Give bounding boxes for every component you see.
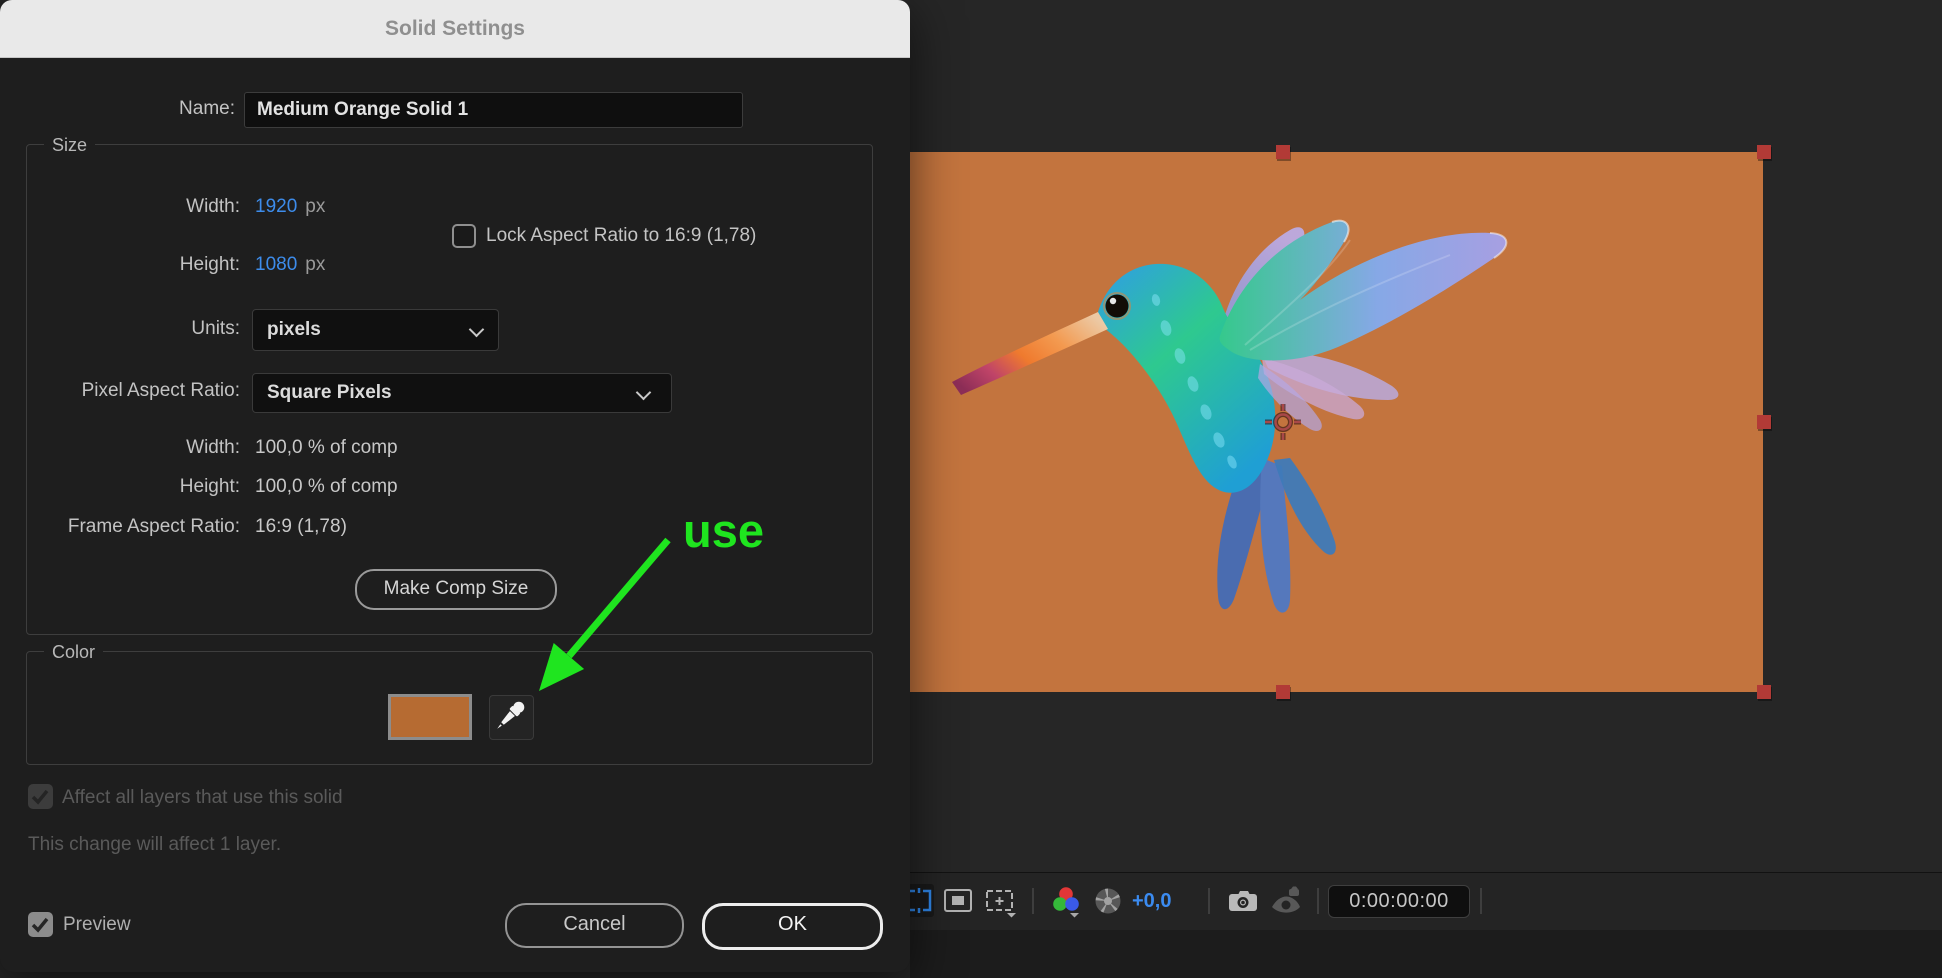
height-value[interactable]: 1080 px xyxy=(255,251,325,279)
height-percent-value: 100,0 % of comp xyxy=(255,476,398,497)
units-label: Units: xyxy=(191,318,240,339)
name-input[interactable]: Medium Orange Solid 1 xyxy=(244,92,743,128)
name-label: Name: xyxy=(179,98,235,119)
preview-label: Preview xyxy=(63,914,131,935)
name-value: Medium Orange Solid 1 xyxy=(257,99,469,120)
color-legend: Color xyxy=(44,640,104,664)
exposure-shutter-icon[interactable] xyxy=(1092,885,1124,917)
frame-aspect-ratio-value: 16:9 (1,78) xyxy=(255,516,347,537)
pixel-aspect-ratio-dropdown[interactable]: Square Pixels xyxy=(252,373,672,413)
transparency-grid-icon[interactable] xyxy=(942,885,974,917)
anchor-point-crosshair[interactable] xyxy=(1263,402,1303,442)
width-percent-value: 100,0 % of comp xyxy=(255,437,398,458)
cancel-button[interactable]: Cancel xyxy=(505,903,684,948)
hummingbird-artwork xyxy=(952,219,1508,613)
snapshot-camera-icon[interactable] xyxy=(1227,885,1259,917)
preview-checkbox[interactable] xyxy=(28,912,53,937)
grid-and-guide-options-icon[interactable] xyxy=(983,885,1017,919)
affect-note: This change will affect 1 layer. xyxy=(28,834,282,855)
lock-aspect-checkbox[interactable] xyxy=(452,224,476,248)
after-effects-window: +0,0 0:00:00:00 Solid Settings Name: Med… xyxy=(0,0,1942,978)
ok-button[interactable]: OK xyxy=(702,903,883,950)
toolbar-separator xyxy=(1317,888,1319,914)
frame-aspect-ratio-label: Frame Aspect Ratio: xyxy=(67,516,240,537)
lock-aspect-label: Lock Aspect Ratio to 16:9 (1,78) xyxy=(486,225,757,246)
annotation-arrow xyxy=(539,537,671,691)
channel-settings-icon[interactable] xyxy=(1050,885,1082,919)
units-dropdown[interactable]: pixels xyxy=(252,309,499,351)
show-snapshot-icon[interactable] xyxy=(1269,886,1303,918)
size-legend: Size xyxy=(44,133,96,157)
height-label: Height: xyxy=(179,254,240,275)
dialog-title: Solid Settings xyxy=(384,17,525,40)
timecode-field[interactable]: 0:00:00:00 xyxy=(1328,885,1470,918)
pixel-aspect-ratio-label: Pixel Aspect Ratio: xyxy=(81,380,240,401)
affect-all-layers-checkbox xyxy=(28,784,53,809)
handle-bottom-center[interactable] xyxy=(1276,685,1290,699)
toolbar-separator xyxy=(1480,888,1482,914)
exposure-value[interactable]: +0,0 xyxy=(1132,887,1171,915)
handle-right-center[interactable] xyxy=(1757,415,1771,429)
toolbar-separator xyxy=(1208,888,1210,914)
handle-bottom-right[interactable] xyxy=(1757,685,1771,699)
handle-top-center[interactable] xyxy=(1276,145,1290,159)
affect-all-layers-label: Affect all layers that use this solid xyxy=(62,787,343,808)
height-percent-label: Height: xyxy=(179,476,240,497)
color-swatch[interactable] xyxy=(388,694,472,740)
toolbar-separator xyxy=(1032,888,1034,914)
solid-settings-dialog: Solid Settings Name: Medium Orange Solid… xyxy=(0,0,910,972)
width-percent-label: Width: xyxy=(186,437,240,458)
width-label: Width: xyxy=(186,196,240,217)
viewer-lower-strip xyxy=(910,930,1942,978)
check-icon xyxy=(31,917,49,933)
annotation-text: use xyxy=(683,504,764,557)
handle-top-right[interactable] xyxy=(1757,145,1771,159)
check-icon xyxy=(31,789,49,805)
width-value[interactable]: 1920 px xyxy=(255,193,325,221)
dialog-titlebar: Solid Settings xyxy=(0,0,910,58)
